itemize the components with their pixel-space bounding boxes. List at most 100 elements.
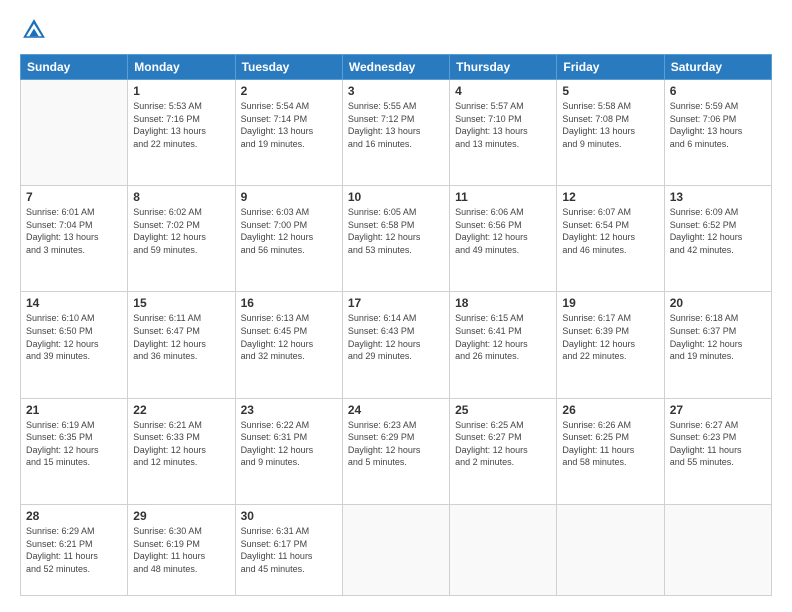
weekday-header: Wednesday <box>342 55 449 80</box>
day-number: 26 <box>562 403 658 417</box>
weekday-header: Saturday <box>664 55 771 80</box>
day-info: Sunrise: 6:14 AMSunset: 6:43 PMDaylight:… <box>348 312 444 362</box>
day-info: Sunrise: 6:15 AMSunset: 6:41 PMDaylight:… <box>455 312 551 362</box>
day-info: Sunrise: 5:53 AMSunset: 7:16 PMDaylight:… <box>133 100 229 150</box>
day-info: Sunrise: 6:02 AMSunset: 7:02 PMDaylight:… <box>133 206 229 256</box>
calendar-cell: 17 Sunrise: 6:14 AMSunset: 6:43 PMDayligh… <box>342 292 449 398</box>
calendar-cell: 3 Sunrise: 5:55 AMSunset: 7:12 PMDaylight… <box>342 80 449 186</box>
calendar-cell: 21 Sunrise: 6:19 AMSunset: 6:35 PMDayligh… <box>21 398 128 504</box>
day-number: 7 <box>26 190 122 204</box>
calendar-cell: 25 Sunrise: 6:25 AMSunset: 6:27 PMDayligh… <box>450 398 557 504</box>
day-info: Sunrise: 6:17 AMSunset: 6:39 PMDaylight:… <box>562 312 658 362</box>
logo-icon <box>20 16 48 44</box>
day-number: 1 <box>133 84 229 98</box>
calendar-cell: 27 Sunrise: 6:27 AMSunset: 6:23 PMDayligh… <box>664 398 771 504</box>
day-number: 21 <box>26 403 122 417</box>
day-info: Sunrise: 6:25 AMSunset: 6:27 PMDaylight:… <box>455 419 551 469</box>
calendar-cell: 18 Sunrise: 6:15 AMSunset: 6:41 PMDayligh… <box>450 292 557 398</box>
weekday-header: Friday <box>557 55 664 80</box>
day-number: 19 <box>562 296 658 310</box>
calendar-cell: 26 Sunrise: 6:26 AMSunset: 6:25 PMDayligh… <box>557 398 664 504</box>
calendar-cell: 16 Sunrise: 6:13 AMSunset: 6:45 PMDayligh… <box>235 292 342 398</box>
calendar-week-row: 28 Sunrise: 6:29 AMSunset: 6:21 PMDayligh… <box>21 504 772 595</box>
day-number: 2 <box>241 84 337 98</box>
day-info: Sunrise: 6:01 AMSunset: 7:04 PMDaylight:… <box>26 206 122 256</box>
page: SundayMondayTuesdayWednesdayThursdayFrid… <box>0 0 792 612</box>
calendar-header-row: SundayMondayTuesdayWednesdayThursdayFrid… <box>21 55 772 80</box>
calendar-cell: 10 Sunrise: 6:05 AMSunset: 6:58 PMDayligh… <box>342 186 449 292</box>
day-number: 14 <box>26 296 122 310</box>
day-number: 15 <box>133 296 229 310</box>
day-info: Sunrise: 5:54 AMSunset: 7:14 PMDaylight:… <box>241 100 337 150</box>
calendar-cell: 13Sunrise: 6:09 AMSunset: 6:52 PMDayligh… <box>664 186 771 292</box>
calendar-cell: 19 Sunrise: 6:17 AMSunset: 6:39 PMDayligh… <box>557 292 664 398</box>
day-number: 28 <box>26 509 122 523</box>
day-number: 11 <box>455 190 551 204</box>
day-info: Sunrise: 6:19 AMSunset: 6:35 PMDaylight:… <box>26 419 122 469</box>
calendar-cell: 30 Sunrise: 6:31 AMSunset: 6:17 PMDayligh… <box>235 504 342 595</box>
day-info: Sunrise: 6:23 AMSunset: 6:29 PMDaylight:… <box>348 419 444 469</box>
day-info: Sunrise: 6:21 AMSunset: 6:33 PMDaylight:… <box>133 419 229 469</box>
calendar-week-row: 14 Sunrise: 6:10 AMSunset: 6:50 PMDayligh… <box>21 292 772 398</box>
day-number: 27 <box>670 403 766 417</box>
calendar-cell: 20Sunrise: 6:18 AMSunset: 6:37 PMDayligh… <box>664 292 771 398</box>
day-number: 22 <box>133 403 229 417</box>
day-number: 17 <box>348 296 444 310</box>
calendar-cell: 12Sunrise: 6:07 AMSunset: 6:54 PMDayligh… <box>557 186 664 292</box>
day-number: 12 <box>562 190 658 204</box>
day-number: 23 <box>241 403 337 417</box>
calendar-cell: 22 Sunrise: 6:21 AMSunset: 6:33 PMDayligh… <box>128 398 235 504</box>
weekday-header: Thursday <box>450 55 557 80</box>
day-info: Sunrise: 5:57 AMSunset: 7:10 PMDaylight:… <box>455 100 551 150</box>
calendar-table: SundayMondayTuesdayWednesdayThursdayFrid… <box>20 54 772 596</box>
day-number: 10 <box>348 190 444 204</box>
day-info: Sunrise: 6:18 AMSunset: 6:37 PMDaylight:… <box>670 312 766 362</box>
day-info: Sunrise: 6:11 AMSunset: 6:47 PMDaylight:… <box>133 312 229 362</box>
day-number: 16 <box>241 296 337 310</box>
calendar-cell <box>342 504 449 595</box>
day-number: 6 <box>670 84 766 98</box>
day-number: 13 <box>670 190 766 204</box>
day-number: 25 <box>455 403 551 417</box>
calendar-cell: 28 Sunrise: 6:29 AMSunset: 6:21 PMDayligh… <box>21 504 128 595</box>
calendar-cell: 9 Sunrise: 6:03 AMSunset: 7:00 PMDaylight… <box>235 186 342 292</box>
header <box>20 16 772 44</box>
calendar-cell: 29 Sunrise: 6:30 AMSunset: 6:19 PMDayligh… <box>128 504 235 595</box>
day-info: Sunrise: 5:55 AMSunset: 7:12 PMDaylight:… <box>348 100 444 150</box>
calendar-cell: 5Sunrise: 5:58 AMSunset: 7:08 PMDaylight… <box>557 80 664 186</box>
day-number: 3 <box>348 84 444 98</box>
day-number: 30 <box>241 509 337 523</box>
day-info: Sunrise: 6:05 AMSunset: 6:58 PMDaylight:… <box>348 206 444 256</box>
weekday-header: Tuesday <box>235 55 342 80</box>
calendar-cell: 11 Sunrise: 6:06 AMSunset: 6:56 PMDayligh… <box>450 186 557 292</box>
day-info: Sunrise: 6:31 AMSunset: 6:17 PMDaylight:… <box>241 525 337 575</box>
day-info: Sunrise: 6:30 AMSunset: 6:19 PMDaylight:… <box>133 525 229 575</box>
day-info: Sunrise: 6:03 AMSunset: 7:00 PMDaylight:… <box>241 206 337 256</box>
day-info: Sunrise: 5:59 AMSunset: 7:06 PMDaylight:… <box>670 100 766 150</box>
day-info: Sunrise: 6:27 AMSunset: 6:23 PMDaylight:… <box>670 419 766 469</box>
calendar-cell: 14 Sunrise: 6:10 AMSunset: 6:50 PMDayligh… <box>21 292 128 398</box>
day-info: Sunrise: 6:10 AMSunset: 6:50 PMDaylight:… <box>26 312 122 362</box>
day-number: 4 <box>455 84 551 98</box>
calendar-cell: 6 Sunrise: 5:59 AMSunset: 7:06 PMDaylight… <box>664 80 771 186</box>
day-info: Sunrise: 6:22 AMSunset: 6:31 PMDaylight:… <box>241 419 337 469</box>
day-info: Sunrise: 6:26 AMSunset: 6:25 PMDaylight:… <box>562 419 658 469</box>
calendar-cell <box>450 504 557 595</box>
day-info: Sunrise: 6:06 AMSunset: 6:56 PMDaylight:… <box>455 206 551 256</box>
day-number: 18 <box>455 296 551 310</box>
calendar-week-row: 21 Sunrise: 6:19 AMSunset: 6:35 PMDayligh… <box>21 398 772 504</box>
calendar-cell: 4 Sunrise: 5:57 AMSunset: 7:10 PMDaylight… <box>450 80 557 186</box>
calendar-cell <box>664 504 771 595</box>
calendar-cell: 23 Sunrise: 6:22 AMSunset: 6:31 PMDayligh… <box>235 398 342 504</box>
calendar-cell: 2 Sunrise: 5:54 AMSunset: 7:14 PMDaylight… <box>235 80 342 186</box>
day-info: Sunrise: 6:13 AMSunset: 6:45 PMDaylight:… <box>241 312 337 362</box>
day-number: 24 <box>348 403 444 417</box>
calendar-cell: 1 Sunrise: 5:53 AMSunset: 7:16 PMDaylight… <box>128 80 235 186</box>
day-number: 8 <box>133 190 229 204</box>
day-number: 29 <box>133 509 229 523</box>
day-info: Sunrise: 6:29 AMSunset: 6:21 PMDaylight:… <box>26 525 122 575</box>
calendar-week-row: 1 Sunrise: 5:53 AMSunset: 7:16 PMDaylight… <box>21 80 772 186</box>
day-number: 9 <box>241 190 337 204</box>
calendar-cell: 24 Sunrise: 6:23 AMSunset: 6:29 PMDayligh… <box>342 398 449 504</box>
logo <box>20 16 52 44</box>
